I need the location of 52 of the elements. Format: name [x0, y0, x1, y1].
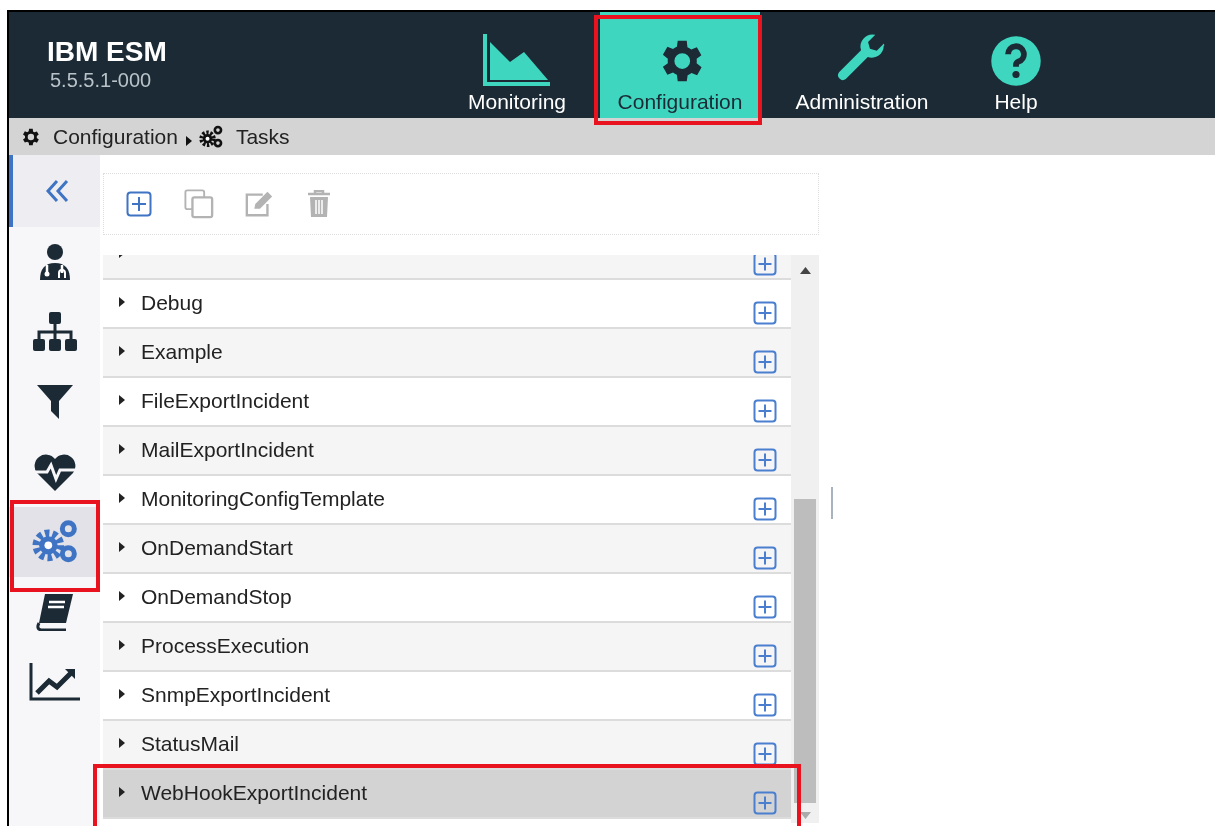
task-name: WebHookExportIncident [141, 780, 368, 806]
task-row[interactable]: WebHookExportIncident [103, 770, 791, 819]
task-name: MonitoringConfigTemplate [141, 486, 385, 512]
hierarchy-icon [31, 312, 78, 352]
breadcrumb-link[interactable]: Tasks [235, 120, 290, 153]
scroll-up-icon[interactable] [800, 267, 811, 274]
task-name: Debug [141, 290, 203, 316]
nav-tab[interactable]: Configuration [600, 12, 760, 118]
task-name: OnDemandStop [141, 584, 292, 610]
add-icon[interactable] [753, 350, 777, 374]
task-row[interactable]: Example [103, 329, 791, 378]
add-icon[interactable] [753, 791, 777, 815]
task-name: Example [141, 339, 223, 365]
add-icon[interactable] [753, 644, 777, 668]
task-name: StatusMail [141, 731, 240, 757]
heartbeat-icon [32, 452, 77, 492]
task-name: MailExportIncident [141, 437, 314, 463]
add-icon[interactable] [753, 742, 777, 766]
resize-handle[interactable] [831, 487, 833, 519]
book-icon [34, 593, 75, 631]
nav-tab[interactable]: Monitoring [434, 12, 600, 118]
doctor-icon [37, 243, 72, 281]
collapse-button[interactable] [9, 155, 100, 227]
app-version: 5.5.5.1-000 [50, 68, 153, 92]
add-icon[interactable] [753, 301, 777, 325]
add-icon[interactable] [753, 546, 777, 570]
trend-line-icon [28, 663, 81, 701]
task-row[interactable]: StatusMail [103, 721, 791, 770]
add-icon[interactable] [753, 497, 777, 521]
breadcrumb-link[interactable]: Configuration [53, 120, 178, 153]
scroll-down-icon[interactable] [800, 812, 811, 819]
filter-icon [35, 384, 74, 420]
task-name: SnmpExportIncident [141, 682, 331, 708]
task-row[interactable]: OnDemandStart [103, 525, 791, 574]
add-icon[interactable] [753, 595, 777, 619]
task-name: FileExportIncident [141, 388, 310, 414]
task-name: ProcessExecution [141, 633, 310, 659]
gears-icon [197, 123, 224, 150]
scrollbar-thumb[interactable] [794, 499, 816, 803]
scrollbar[interactable] [791, 255, 819, 823]
add-icon[interactable] [753, 399, 777, 423]
add-icon[interactable] [753, 255, 777, 276]
double-chevron-left-icon [43, 178, 70, 204]
breadcrumb-separator-icon [185, 135, 192, 146]
app-title: IBM ESM [47, 36, 168, 68]
task-row[interactable]: ProcessExecution [103, 623, 791, 672]
task-name: OnDemandStart [141, 535, 293, 561]
nav-tab[interactable]: Help [964, 12, 1068, 118]
task-row[interactable]: MailExportIncident [103, 427, 791, 476]
nav-tab[interactable]: Administration [760, 12, 964, 118]
add-icon[interactable] [753, 448, 777, 472]
add-icon[interactable] [753, 693, 777, 717]
